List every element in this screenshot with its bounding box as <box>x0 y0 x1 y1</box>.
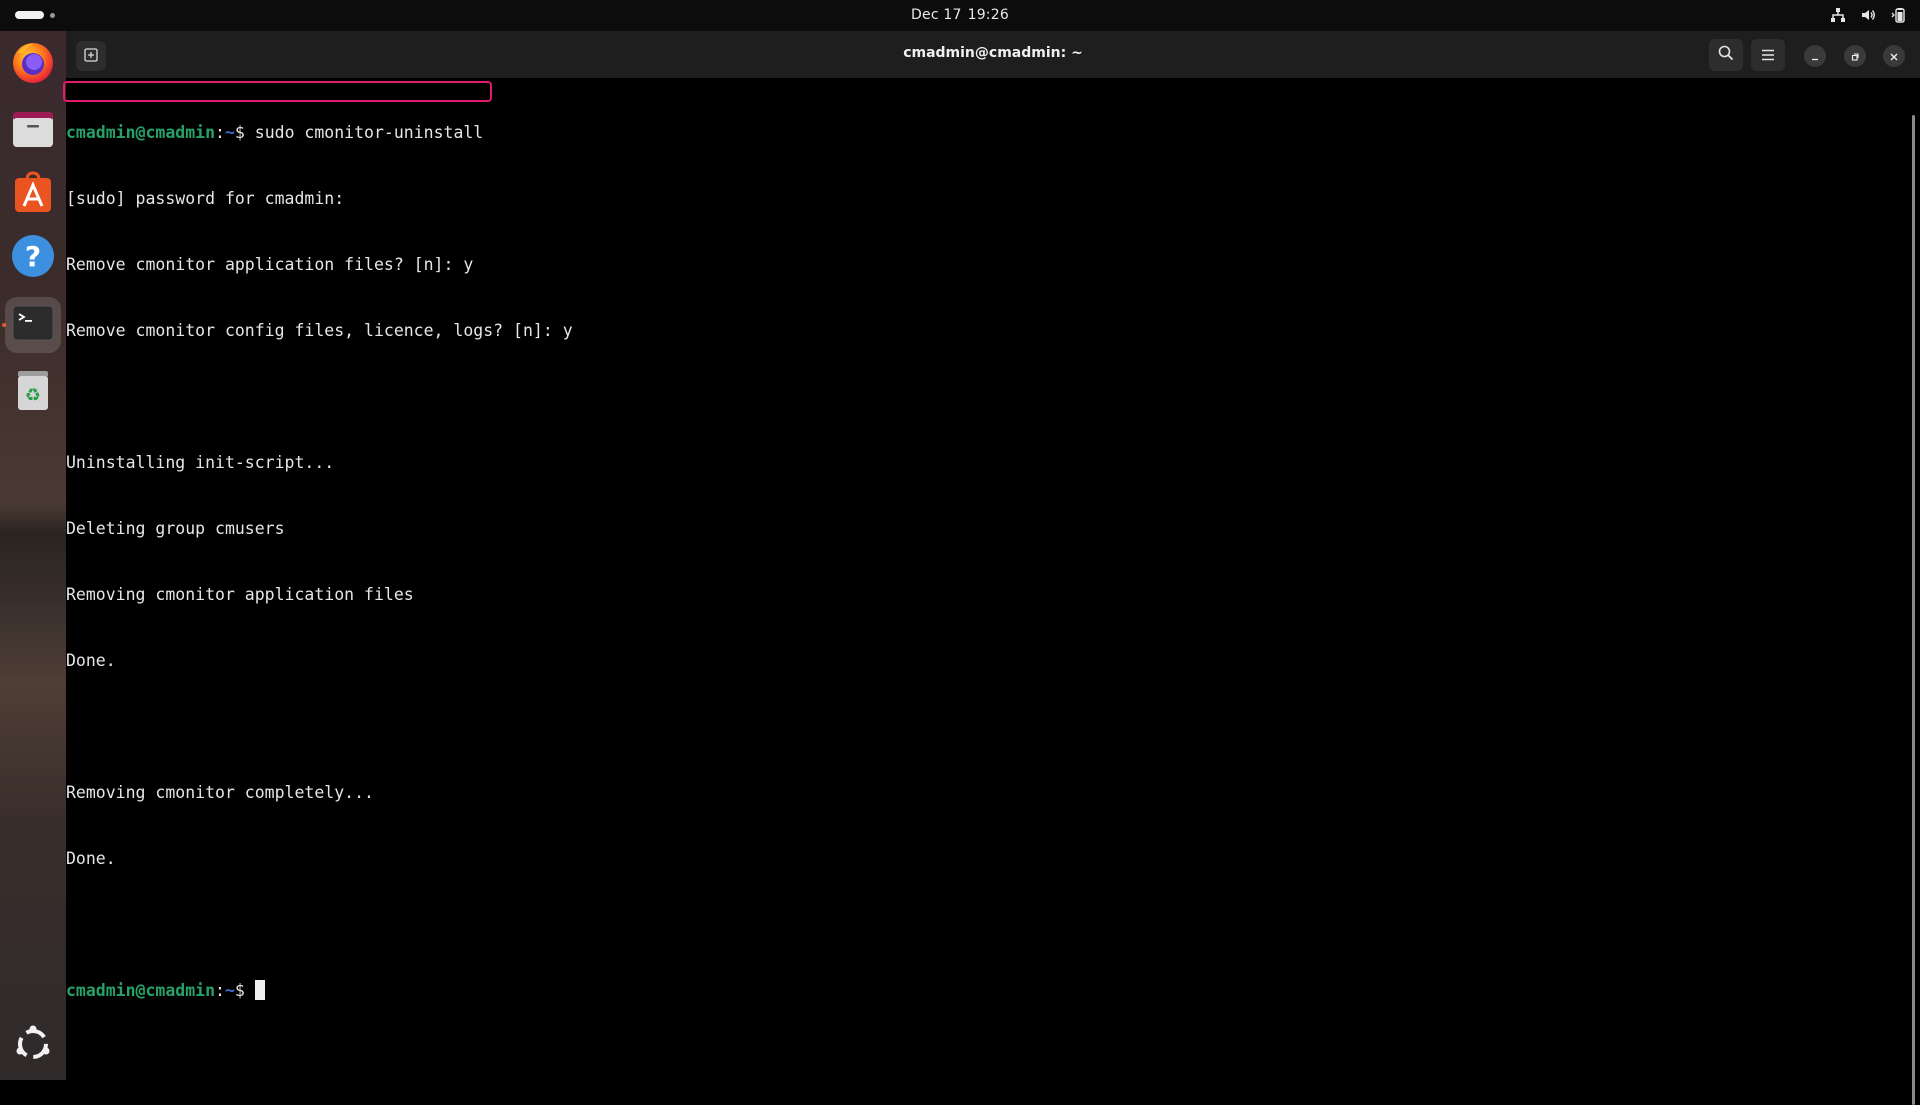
command-highlight-box <box>63 81 492 102</box>
prompt-user-host: cmadmin@cmadmin <box>66 981 216 1000</box>
prompt-separator: : <box>215 981 225 1000</box>
svg-text:♻: ♻ <box>25 385 41 406</box>
minimize-icon <box>1810 47 1820 66</box>
help-icon: ? <box>10 233 56 283</box>
output-line: Remove cmonitor config files, licence, l… <box>66 321 573 340</box>
output-line: Uninstalling init-script... <box>66 453 335 472</box>
command-text: sudo cmonitor-uninstall <box>254 123 484 142</box>
volume-icon <box>1860 7 1876 23</box>
prompt-separator: : <box>215 123 225 142</box>
clock-date: Dec 17 <box>911 7 962 23</box>
dock-help[interactable]: ? <box>5 230 61 286</box>
scrollbar[interactable] <box>1912 115 1915 1105</box>
command-line: cmadmin@cmadmin:~$ sudo cmonitor-uninsta… <box>66 122 1910 144</box>
svg-text:?: ? <box>25 240 41 273</box>
prompt-symbol: $ <box>234 981 255 1000</box>
output-line: Removing cmonitor application files <box>66 585 414 604</box>
text-cursor <box>254 980 265 1000</box>
search-button[interactable] <box>1709 39 1743 71</box>
clock[interactable]: Dec 17 19:26 <box>0 7 1920 23</box>
dock-terminal[interactable] <box>5 297 61 353</box>
window-title: cmadmin@cmadmin: ~ <box>903 45 1083 61</box>
terminal-icon <box>11 301 55 349</box>
firefox-icon <box>10 39 56 89</box>
output-line: Deleting group cmusers <box>66 519 285 538</box>
dock-trash[interactable]: ♻ <box>5 364 61 420</box>
prompt-line: cmadmin@cmadmin:~$ <box>66 980 1910 1002</box>
dock-app-center[interactable] <box>5 166 61 222</box>
app-center-icon <box>10 169 56 219</box>
dock-show-apps[interactable] <box>5 1018 61 1074</box>
close-button[interactable] <box>1883 45 1905 67</box>
prompt-path: ~ <box>224 981 235 1000</box>
prompt-user-host: cmadmin@cmadmin <box>66 123 216 142</box>
minimize-button[interactable] <box>1804 45 1826 67</box>
system-tray[interactable] <box>1830 7 1906 23</box>
output-line: Remove cmonitor application files? [n]: … <box>66 255 474 274</box>
clock-time: 19:26 <box>967 7 1009 23</box>
battery-icon <box>1890 7 1906 23</box>
output-line: Removing cmonitor completely... <box>66 783 374 802</box>
output-line: Done. <box>66 849 116 868</box>
terminal-output[interactable]: cmadmin@cmadmin:~$ sudo cmonitor-uninsta… <box>63 78 1910 1080</box>
search-icon <box>1718 45 1734 65</box>
menu-button[interactable] <box>1751 39 1785 71</box>
output-line: Done. <box>66 651 116 670</box>
dock-firefox[interactable] <box>5 36 61 92</box>
output-line: [sudo] password for cmadmin: <box>66 189 345 208</box>
network-icon <box>1830 7 1846 23</box>
prompt-symbol: $ <box>234 123 255 142</box>
prompt-path: ~ <box>224 123 235 142</box>
dock: ? ♻ <box>0 31 66 1080</box>
maximize-button[interactable] <box>1844 45 1866 67</box>
top-bar: Dec 17 19:26 <box>0 0 1920 31</box>
show-apps-icon <box>13 1024 53 1068</box>
close-icon <box>1889 47 1899 66</box>
files-icon <box>10 105 56 155</box>
dock-files[interactable] <box>5 102 61 158</box>
restore-icon <box>1850 47 1860 66</box>
hamburger-menu-icon <box>1761 46 1775 65</box>
trash-icon: ♻ <box>10 367 56 417</box>
header-bar[interactable]: cmadmin@cmadmin: ~ <box>66 31 1920 78</box>
terminal-window: cmadmin@cmadmin: ~ cmadmin@cmadmin:~$ su… <box>63 31 1920 1105</box>
